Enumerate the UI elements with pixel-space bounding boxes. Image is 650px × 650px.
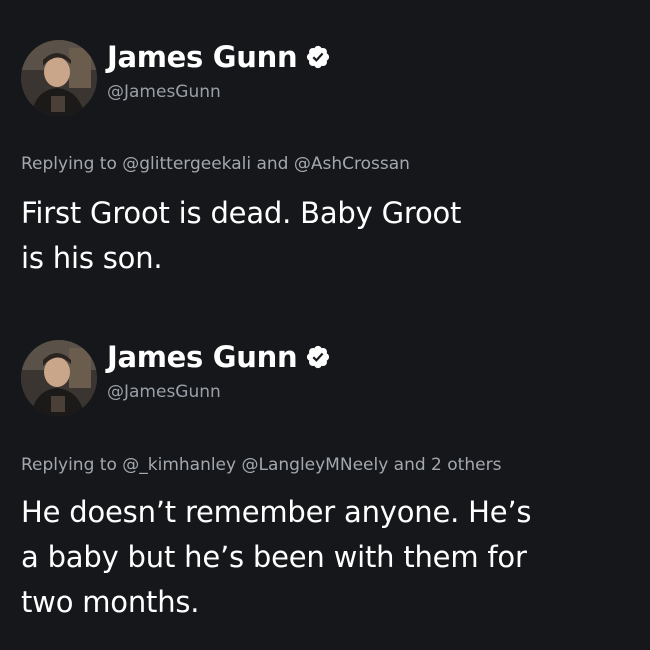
avatar[interactable]	[21, 40, 97, 116]
avatar-photo	[21, 40, 97, 116]
tweet-text-line: First Groot is dead. Baby Groot	[21, 196, 462, 230]
avatar-photo	[21, 340, 97, 416]
author-info: James Gunn @JamesGunn	[107, 338, 331, 402]
author-handle[interactable]: @JamesGunn	[107, 82, 331, 102]
verified-badge-icon	[305, 44, 331, 70]
tweet-text-line: a baby but he’s been with them for	[21, 540, 527, 574]
author-name[interactable]: James Gunn	[107, 340, 298, 374]
avatar[interactable]	[21, 340, 97, 416]
author-name[interactable]: James Gunn	[107, 40, 298, 74]
tweet-text: First Groot is dead. Baby Groot is his s…	[21, 191, 461, 281]
tweet-text-line: is his son.	[21, 241, 163, 275]
tweet-text: He doesn’t remember anyone. He’s a baby …	[21, 490, 532, 625]
author-handle[interactable]: @JamesGunn	[107, 382, 331, 402]
tweet-text-line: He doesn’t remember anyone. He’s	[21, 495, 532, 529]
reply-context[interactable]: Replying to @_kimhanley @LangleyMNeely a…	[21, 455, 501, 475]
verified-badge-icon	[305, 344, 331, 370]
tweet-text-line: two months.	[21, 585, 200, 619]
reply-context[interactable]: Replying to @glittergeekali and @AshCros…	[21, 154, 410, 174]
author-info: James Gunn @JamesGunn	[107, 38, 331, 102]
